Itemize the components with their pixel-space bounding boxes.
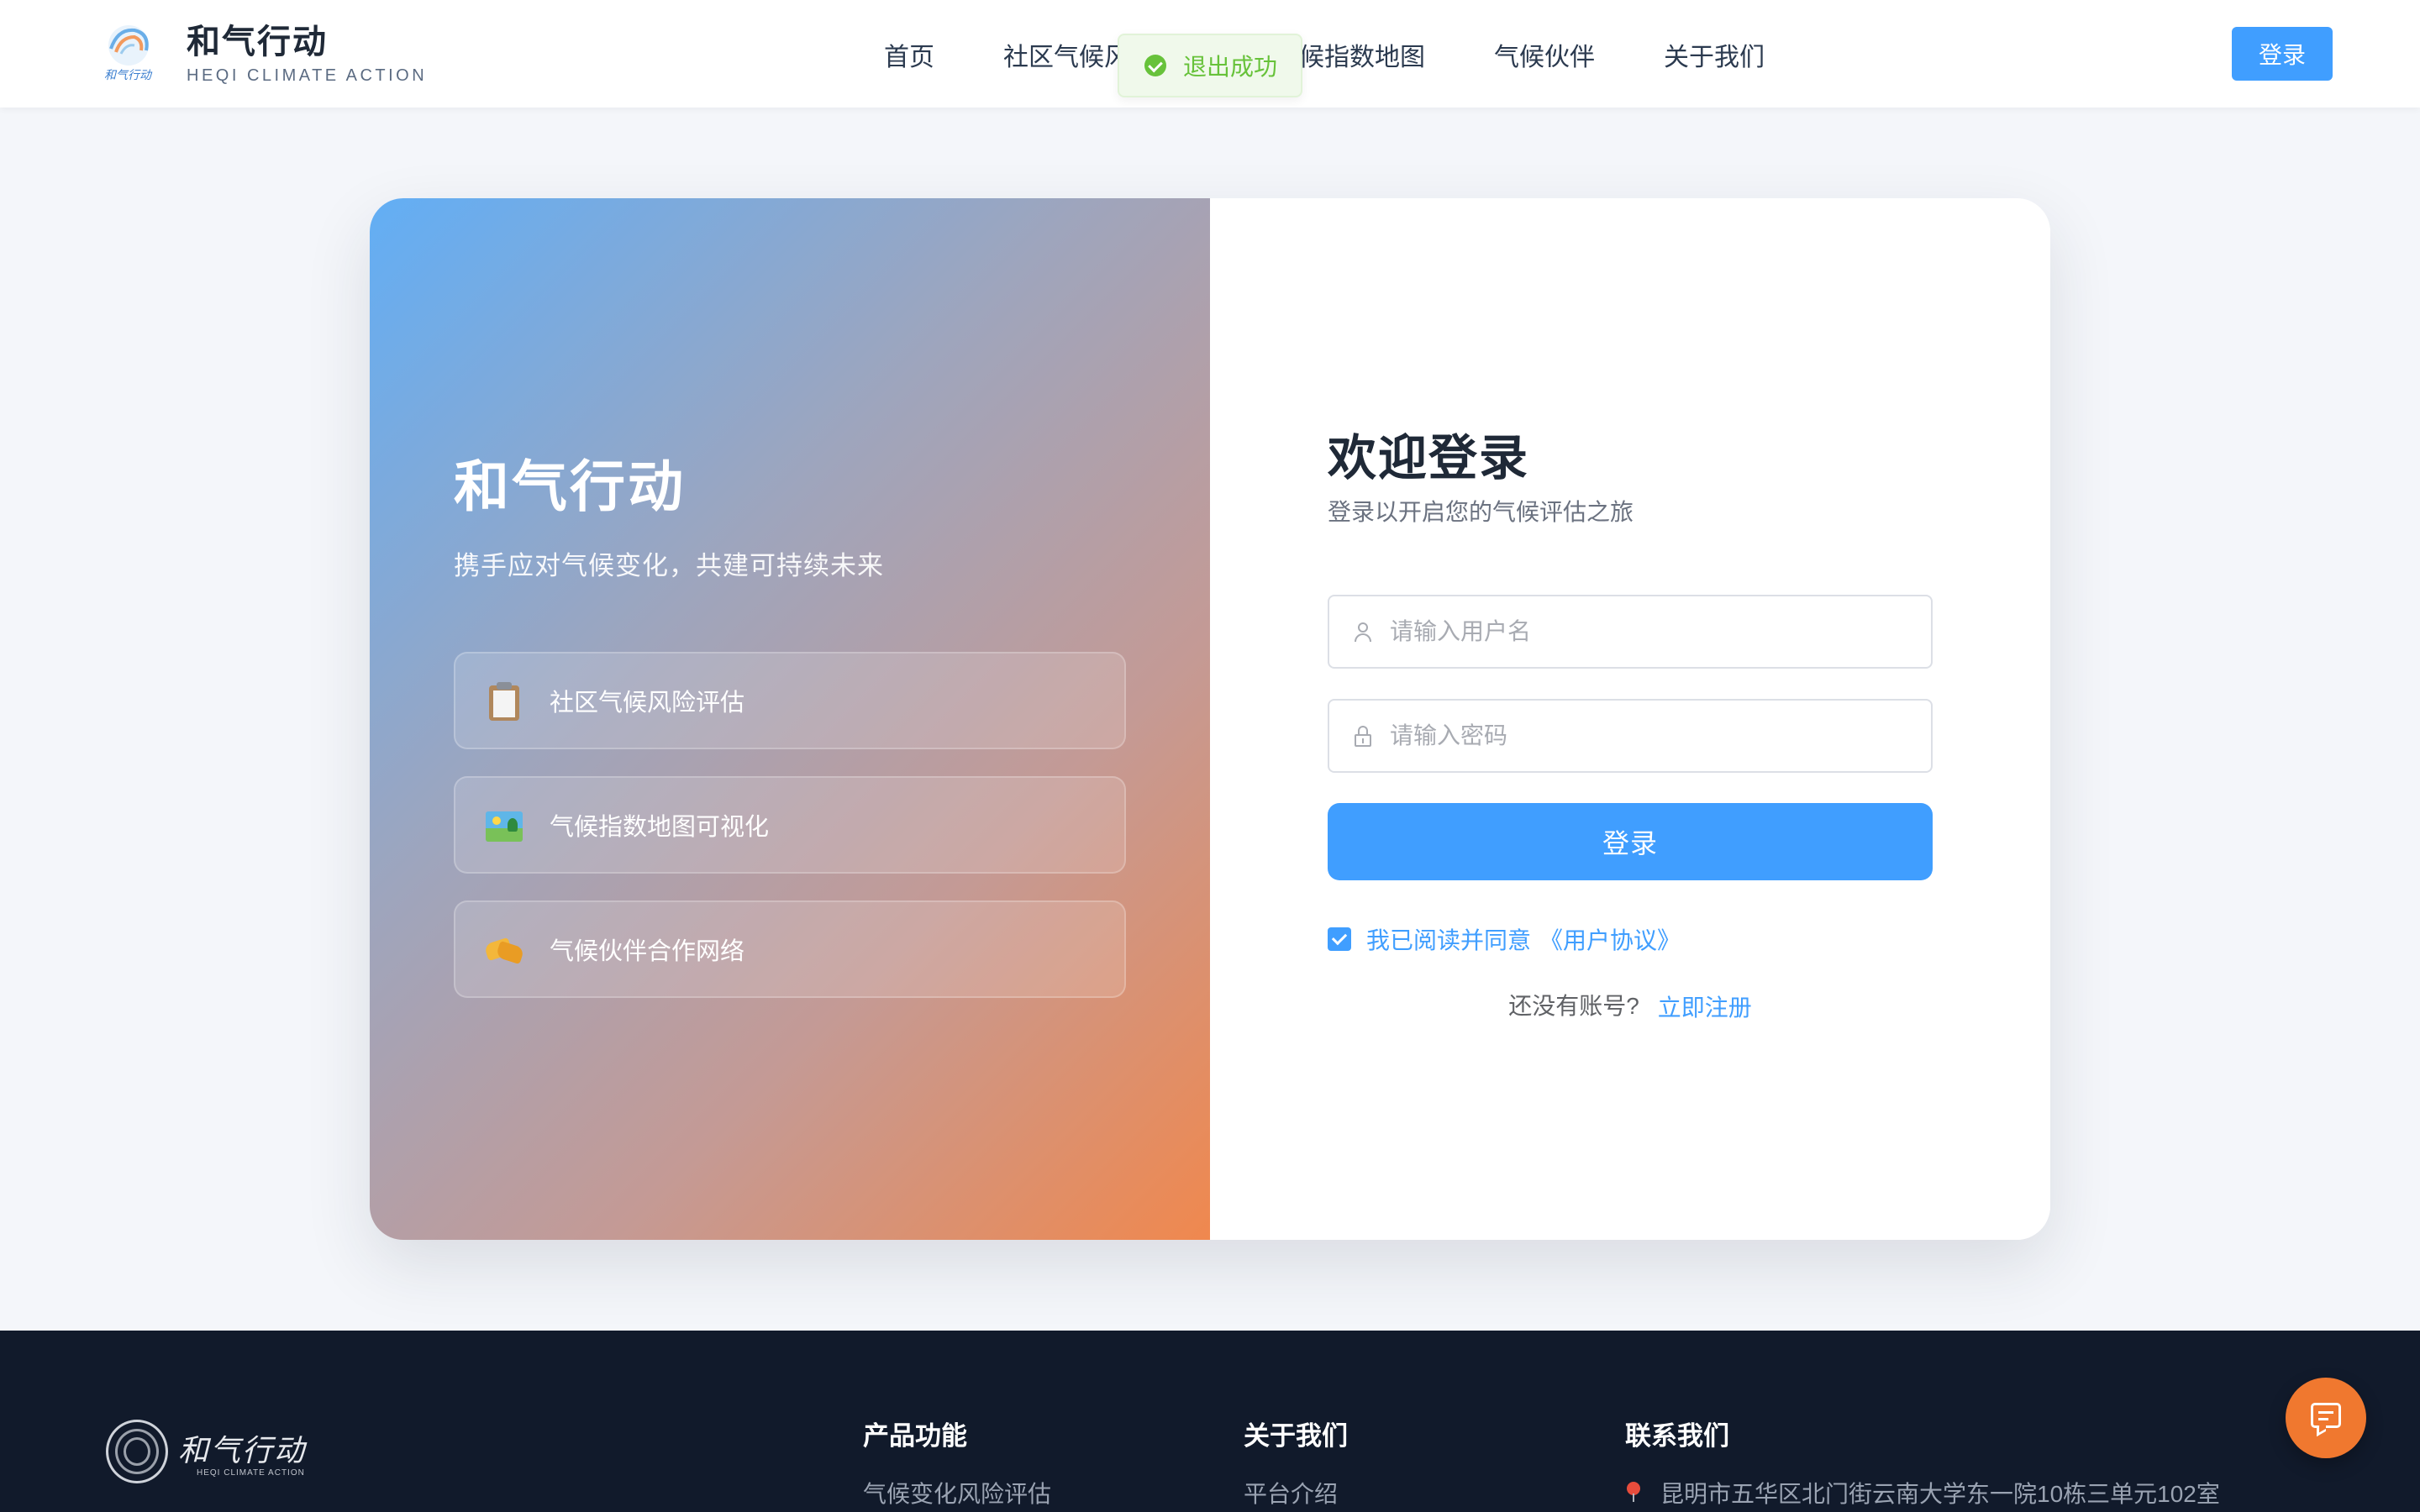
register-link[interactable]: 立即注册	[1658, 990, 1752, 1023]
main-nav: 首页 社区气候风险评估 气候指数地图 气候伙伴 关于我们	[884, 29, 1765, 81]
brand-logo: 和气行动	[101, 24, 156, 84]
location-pin-icon	[1625, 1482, 1642, 1504]
hero-panel: 和气行动 携手应对气候变化，共建可持续未来 社区气候风险评估 气候指数地图可视化…	[370, 198, 1210, 1240]
login-title: 欢迎登录	[1328, 431, 1530, 486]
footer-col-contact: 联系我们 昆明市五华区北门街云南大学东一院10栋三单元102室	[1625, 1415, 2220, 1509]
check-circle-icon	[1144, 55, 1166, 76]
username-input[interactable]	[1390, 618, 1911, 645]
toast-message: 退出成功	[1183, 54, 1278, 80]
login-card: 和气行动 携手应对气候变化，共建可持续未来 社区气候风险评估 气候指数地图可视化…	[370, 198, 2050, 1240]
nav-item-home[interactable]: 首页	[884, 36, 934, 73]
login-submit-button[interactable]: 登录	[1328, 803, 1933, 880]
hero-subtitle: 携手应对气候变化，共建可持续未来	[454, 551, 884, 580]
register-row: 还没有账号? 立即注册	[1210, 986, 2050, 1023]
footer-logo-mark	[106, 1420, 168, 1483]
footer-address: 昆明市五华区北门街云南大学东一院10栋三单元102室	[1625, 1476, 2220, 1509]
footer-col-about: 关于我们 平台介绍	[1244, 1415, 1348, 1509]
footer-link[interactable]: 平台介绍	[1244, 1476, 1348, 1509]
chat-icon	[2311, 1403, 2341, 1428]
footer-logo[interactable]: 和气行动 HEQI CLIMATE ACTION	[106, 1420, 316, 1483]
brand-name: 和气行动	[187, 23, 328, 60]
lock-icon	[1351, 724, 1375, 748]
agreement-row: 我已阅读并同意 《用户协议》	[1328, 922, 1681, 956]
address-text: 昆明市五华区北门街云南大学东一院10栋三单元102室	[1660, 1481, 2220, 1507]
feature-climate-map: 气候指数地图可视化	[454, 776, 1126, 874]
feature-risk-assessment: 社区气候风险评估	[454, 652, 1126, 749]
brand-subtitle: HEQI CLIMATE ACTION	[187, 66, 428, 85]
feature-label: 气候指数地图可视化	[550, 814, 770, 841]
password-input[interactable]	[1390, 722, 1911, 749]
footer-col-title: 关于我们	[1244, 1421, 1348, 1451]
username-field[interactable]	[1328, 595, 1933, 669]
footer-col-products: 产品功能 气候变化风险评估	[863, 1415, 1051, 1509]
feature-label: 气候伙伴合作网络	[550, 938, 745, 965]
footer: 和气行动 HEQI CLIMATE ACTION 产品功能 气候变化风险评估 关…	[0, 1331, 2420, 1512]
footer-logo-text: 和气行动	[178, 1434, 307, 1468]
footer-col-title: 产品功能	[863, 1421, 967, 1451]
hero-title: 和气行动	[454, 455, 686, 517]
user-agreement-link[interactable]: 《用户协议》	[1539, 922, 1681, 956]
user-icon	[1351, 620, 1375, 643]
brand[interactable]: 和气行动 和气行动 HEQI CLIMATE ACTION	[101, 22, 427, 86]
clipboard-icon	[484, 680, 524, 721]
chat-button[interactable]	[2286, 1378, 2366, 1458]
handshake-icon	[483, 929, 525, 969]
success-toast: 退出成功	[1118, 34, 1302, 97]
register-question: 还没有账号?	[1508, 993, 1639, 1019]
agreement-checkbox[interactable]	[1328, 927, 1351, 951]
nav-item-about[interactable]: 关于我们	[1664, 36, 1765, 73]
feature-partners: 气候伙伴合作网络	[454, 900, 1126, 998]
footer-logo-sub: HEQI CLIMATE ACTION	[197, 1468, 305, 1478]
svg-text:和气行动: 和气行动	[104, 69, 153, 82]
nav-item-partners[interactable]: 气候伙伴	[1494, 36, 1595, 73]
login-form-panel: 欢迎登录 登录以开启您的气候评估之旅 登录 我已阅读并同意 《用户协议》 还没有…	[1210, 198, 2050, 1240]
agreement-text[interactable]: 我已阅读并同意	[1366, 922, 1531, 956]
footer-col-title: 联系我们	[1625, 1421, 1729, 1451]
password-field[interactable]	[1328, 699, 1933, 773]
header-login-button[interactable]: 登录	[2232, 27, 2333, 81]
login-subtitle: 登录以开启您的气候评估之旅	[1328, 499, 1634, 525]
map-icon	[484, 805, 524, 845]
footer-link[interactable]: 气候变化风险评估	[863, 1476, 1051, 1509]
feature-label: 社区气候风险评估	[550, 690, 745, 717]
